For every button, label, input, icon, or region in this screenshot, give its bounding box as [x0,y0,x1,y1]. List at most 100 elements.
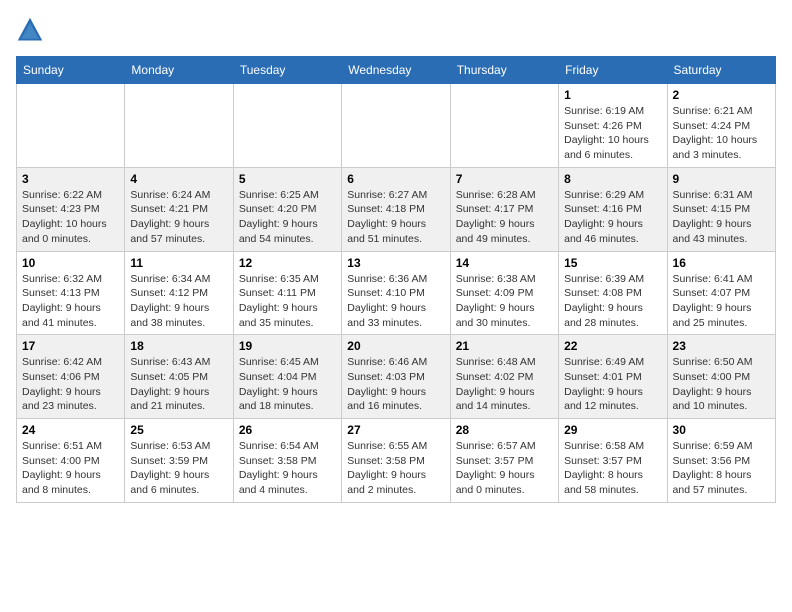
day-info: Sunrise: 6:59 AM Sunset: 3:56 PM Dayligh… [673,439,770,498]
calendar-day-cell [125,84,233,168]
day-info: Sunrise: 6:41 AM Sunset: 4:07 PM Dayligh… [673,272,770,331]
day-info: Sunrise: 6:45 AM Sunset: 4:04 PM Dayligh… [239,355,336,414]
day-of-week-header: Tuesday [233,57,341,84]
calendar-header-row: SundayMondayTuesdayWednesdayThursdayFrid… [17,57,776,84]
page-header [16,16,776,44]
day-number: 17 [22,339,119,353]
calendar-day-cell: 6 Sunrise: 6:27 AM Sunset: 4:18 PM Daylig… [342,167,450,251]
day-number: 11 [130,256,227,270]
day-info: Sunrise: 6:27 AM Sunset: 4:18 PM Dayligh… [347,188,444,247]
calendar-day-cell: 21 Sunrise: 6:48 AM Sunset: 4:02 PM Dayli… [450,335,558,419]
day-info: Sunrise: 6:48 AM Sunset: 4:02 PM Dayligh… [456,355,553,414]
calendar-day-cell: 27 Sunrise: 6:55 AM Sunset: 3:58 PM Dayli… [342,419,450,503]
calendar-day-cell: 25 Sunrise: 6:53 AM Sunset: 3:59 PM Dayli… [125,419,233,503]
day-number: 27 [347,423,444,437]
calendar-day-cell: 22 Sunrise: 6:49 AM Sunset: 4:01 PM Dayli… [559,335,667,419]
day-number: 8 [564,172,661,186]
day-info: Sunrise: 6:49 AM Sunset: 4:01 PM Dayligh… [564,355,661,414]
calendar-day-cell: 7 Sunrise: 6:28 AM Sunset: 4:17 PM Daylig… [450,167,558,251]
day-info: Sunrise: 6:21 AM Sunset: 4:24 PM Dayligh… [673,104,770,163]
day-number: 16 [673,256,770,270]
day-of-week-header: Sunday [17,57,125,84]
calendar-week-row: 24 Sunrise: 6:51 AM Sunset: 4:00 PM Dayli… [17,419,776,503]
calendar-day-cell: 13 Sunrise: 6:36 AM Sunset: 4:10 PM Dayli… [342,251,450,335]
day-info: Sunrise: 6:43 AM Sunset: 4:05 PM Dayligh… [130,355,227,414]
day-info: Sunrise: 6:28 AM Sunset: 4:17 PM Dayligh… [456,188,553,247]
calendar-day-cell: 15 Sunrise: 6:39 AM Sunset: 4:08 PM Dayli… [559,251,667,335]
day-of-week-header: Friday [559,57,667,84]
day-info: Sunrise: 6:42 AM Sunset: 4:06 PM Dayligh… [22,355,119,414]
day-info: Sunrise: 6:29 AM Sunset: 4:16 PM Dayligh… [564,188,661,247]
calendar-day-cell: 11 Sunrise: 6:34 AM Sunset: 4:12 PM Dayli… [125,251,233,335]
day-number: 7 [456,172,553,186]
day-info: Sunrise: 6:53 AM Sunset: 3:59 PM Dayligh… [130,439,227,498]
day-info: Sunrise: 6:54 AM Sunset: 3:58 PM Dayligh… [239,439,336,498]
day-number: 1 [564,88,661,102]
calendar-day-cell: 18 Sunrise: 6:43 AM Sunset: 4:05 PM Dayli… [125,335,233,419]
calendar-table: SundayMondayTuesdayWednesdayThursdayFrid… [16,56,776,503]
calendar-day-cell [450,84,558,168]
calendar-day-cell: 24 Sunrise: 6:51 AM Sunset: 4:00 PM Dayli… [17,419,125,503]
day-number: 18 [130,339,227,353]
logo [16,16,48,44]
day-number: 12 [239,256,336,270]
calendar-day-cell: 14 Sunrise: 6:38 AM Sunset: 4:09 PM Dayli… [450,251,558,335]
calendar-day-cell: 19Sunrise: 6:45 AM Sunset: 4:04 PM Dayli… [233,335,341,419]
day-number: 30 [673,423,770,437]
day-info: Sunrise: 6:35 AM Sunset: 4:11 PM Dayligh… [239,272,336,331]
day-number: 21 [456,339,553,353]
day-of-week-header: Wednesday [342,57,450,84]
calendar-day-cell: 29 Sunrise: 6:58 AM Sunset: 3:57 PM Dayli… [559,419,667,503]
calendar-day-cell: 26Sunrise: 6:54 AM Sunset: 3:58 PM Dayli… [233,419,341,503]
day-info: Sunrise: 6:51 AM Sunset: 4:00 PM Dayligh… [22,439,119,498]
day-number: 10 [22,256,119,270]
day-of-week-header: Saturday [667,57,775,84]
calendar-day-cell: 12 Sunrise: 6:35 AM Sunset: 4:11 PM Dayli… [233,251,341,335]
calendar-day-cell: 17 Sunrise: 6:42 AM Sunset: 4:06 PM Dayli… [17,335,125,419]
day-info: Sunrise: 6:22 AM Sunset: 4:23 PM Dayligh… [22,188,119,247]
day-info: Sunrise: 6:50 AM Sunset: 4:00 PM Dayligh… [673,355,770,414]
day-number: 2 [673,88,770,102]
calendar-day-cell: 30 Sunrise: 6:59 AM Sunset: 3:56 PM Dayli… [667,419,775,503]
day-number: 4 [130,172,227,186]
calendar-day-cell: 1Sunrise: 6:19 AM Sunset: 4:26 PM Daylig… [559,84,667,168]
day-number: 28 [456,423,553,437]
calendar-day-cell: 9Sunrise: 6:31 AM Sunset: 4:15 PM Daylig… [667,167,775,251]
day-number: 13 [347,256,444,270]
calendar-day-cell: 28 Sunrise: 6:57 AM Sunset: 3:57 PM Dayli… [450,419,558,503]
day-number: 23 [673,339,770,353]
logo-icon [16,16,44,44]
calendar-week-row: 17 Sunrise: 6:42 AM Sunset: 4:06 PM Dayli… [17,335,776,419]
day-info: Sunrise: 6:58 AM Sunset: 3:57 PM Dayligh… [564,439,661,498]
calendar-day-cell: 5 Sunrise: 6:25 AM Sunset: 4:20 PM Daylig… [233,167,341,251]
day-number: 24 [22,423,119,437]
day-number: 20 [347,339,444,353]
calendar-day-cell [17,84,125,168]
day-number: 29 [564,423,661,437]
day-number: 5 [239,172,336,186]
day-number: 6 [347,172,444,186]
day-number: 25 [130,423,227,437]
day-of-week-header: Monday [125,57,233,84]
calendar-day-cell [233,84,341,168]
calendar-day-cell: 20Sunrise: 6:46 AM Sunset: 4:03 PM Dayli… [342,335,450,419]
calendar-day-cell: 23 Sunrise: 6:50 AM Sunset: 4:00 PM Dayli… [667,335,775,419]
calendar-day-cell: 3Sunrise: 6:22 AM Sunset: 4:23 PM Daylig… [17,167,125,251]
day-info: Sunrise: 6:34 AM Sunset: 4:12 PM Dayligh… [130,272,227,331]
calendar-day-cell: 4 Sunrise: 6:24 AM Sunset: 4:21 PM Daylig… [125,167,233,251]
calendar-day-cell: 8 Sunrise: 6:29 AM Sunset: 4:16 PM Daylig… [559,167,667,251]
calendar-week-row: 3Sunrise: 6:22 AM Sunset: 4:23 PM Daylig… [17,167,776,251]
day-info: Sunrise: 6:32 AM Sunset: 4:13 PM Dayligh… [22,272,119,331]
day-info: Sunrise: 6:38 AM Sunset: 4:09 PM Dayligh… [456,272,553,331]
day-info: Sunrise: 6:24 AM Sunset: 4:21 PM Dayligh… [130,188,227,247]
day-info: Sunrise: 6:57 AM Sunset: 3:57 PM Dayligh… [456,439,553,498]
day-info: Sunrise: 6:36 AM Sunset: 4:10 PM Dayligh… [347,272,444,331]
day-info: Sunrise: 6:39 AM Sunset: 4:08 PM Dayligh… [564,272,661,331]
day-number: 9 [673,172,770,186]
day-number: 14 [456,256,553,270]
day-number: 22 [564,339,661,353]
day-number: 15 [564,256,661,270]
day-info: Sunrise: 6:25 AM Sunset: 4:20 PM Dayligh… [239,188,336,247]
day-info: Sunrise: 6:55 AM Sunset: 3:58 PM Dayligh… [347,439,444,498]
calendar-day-cell: 2 Sunrise: 6:21 AM Sunset: 4:24 PM Daylig… [667,84,775,168]
